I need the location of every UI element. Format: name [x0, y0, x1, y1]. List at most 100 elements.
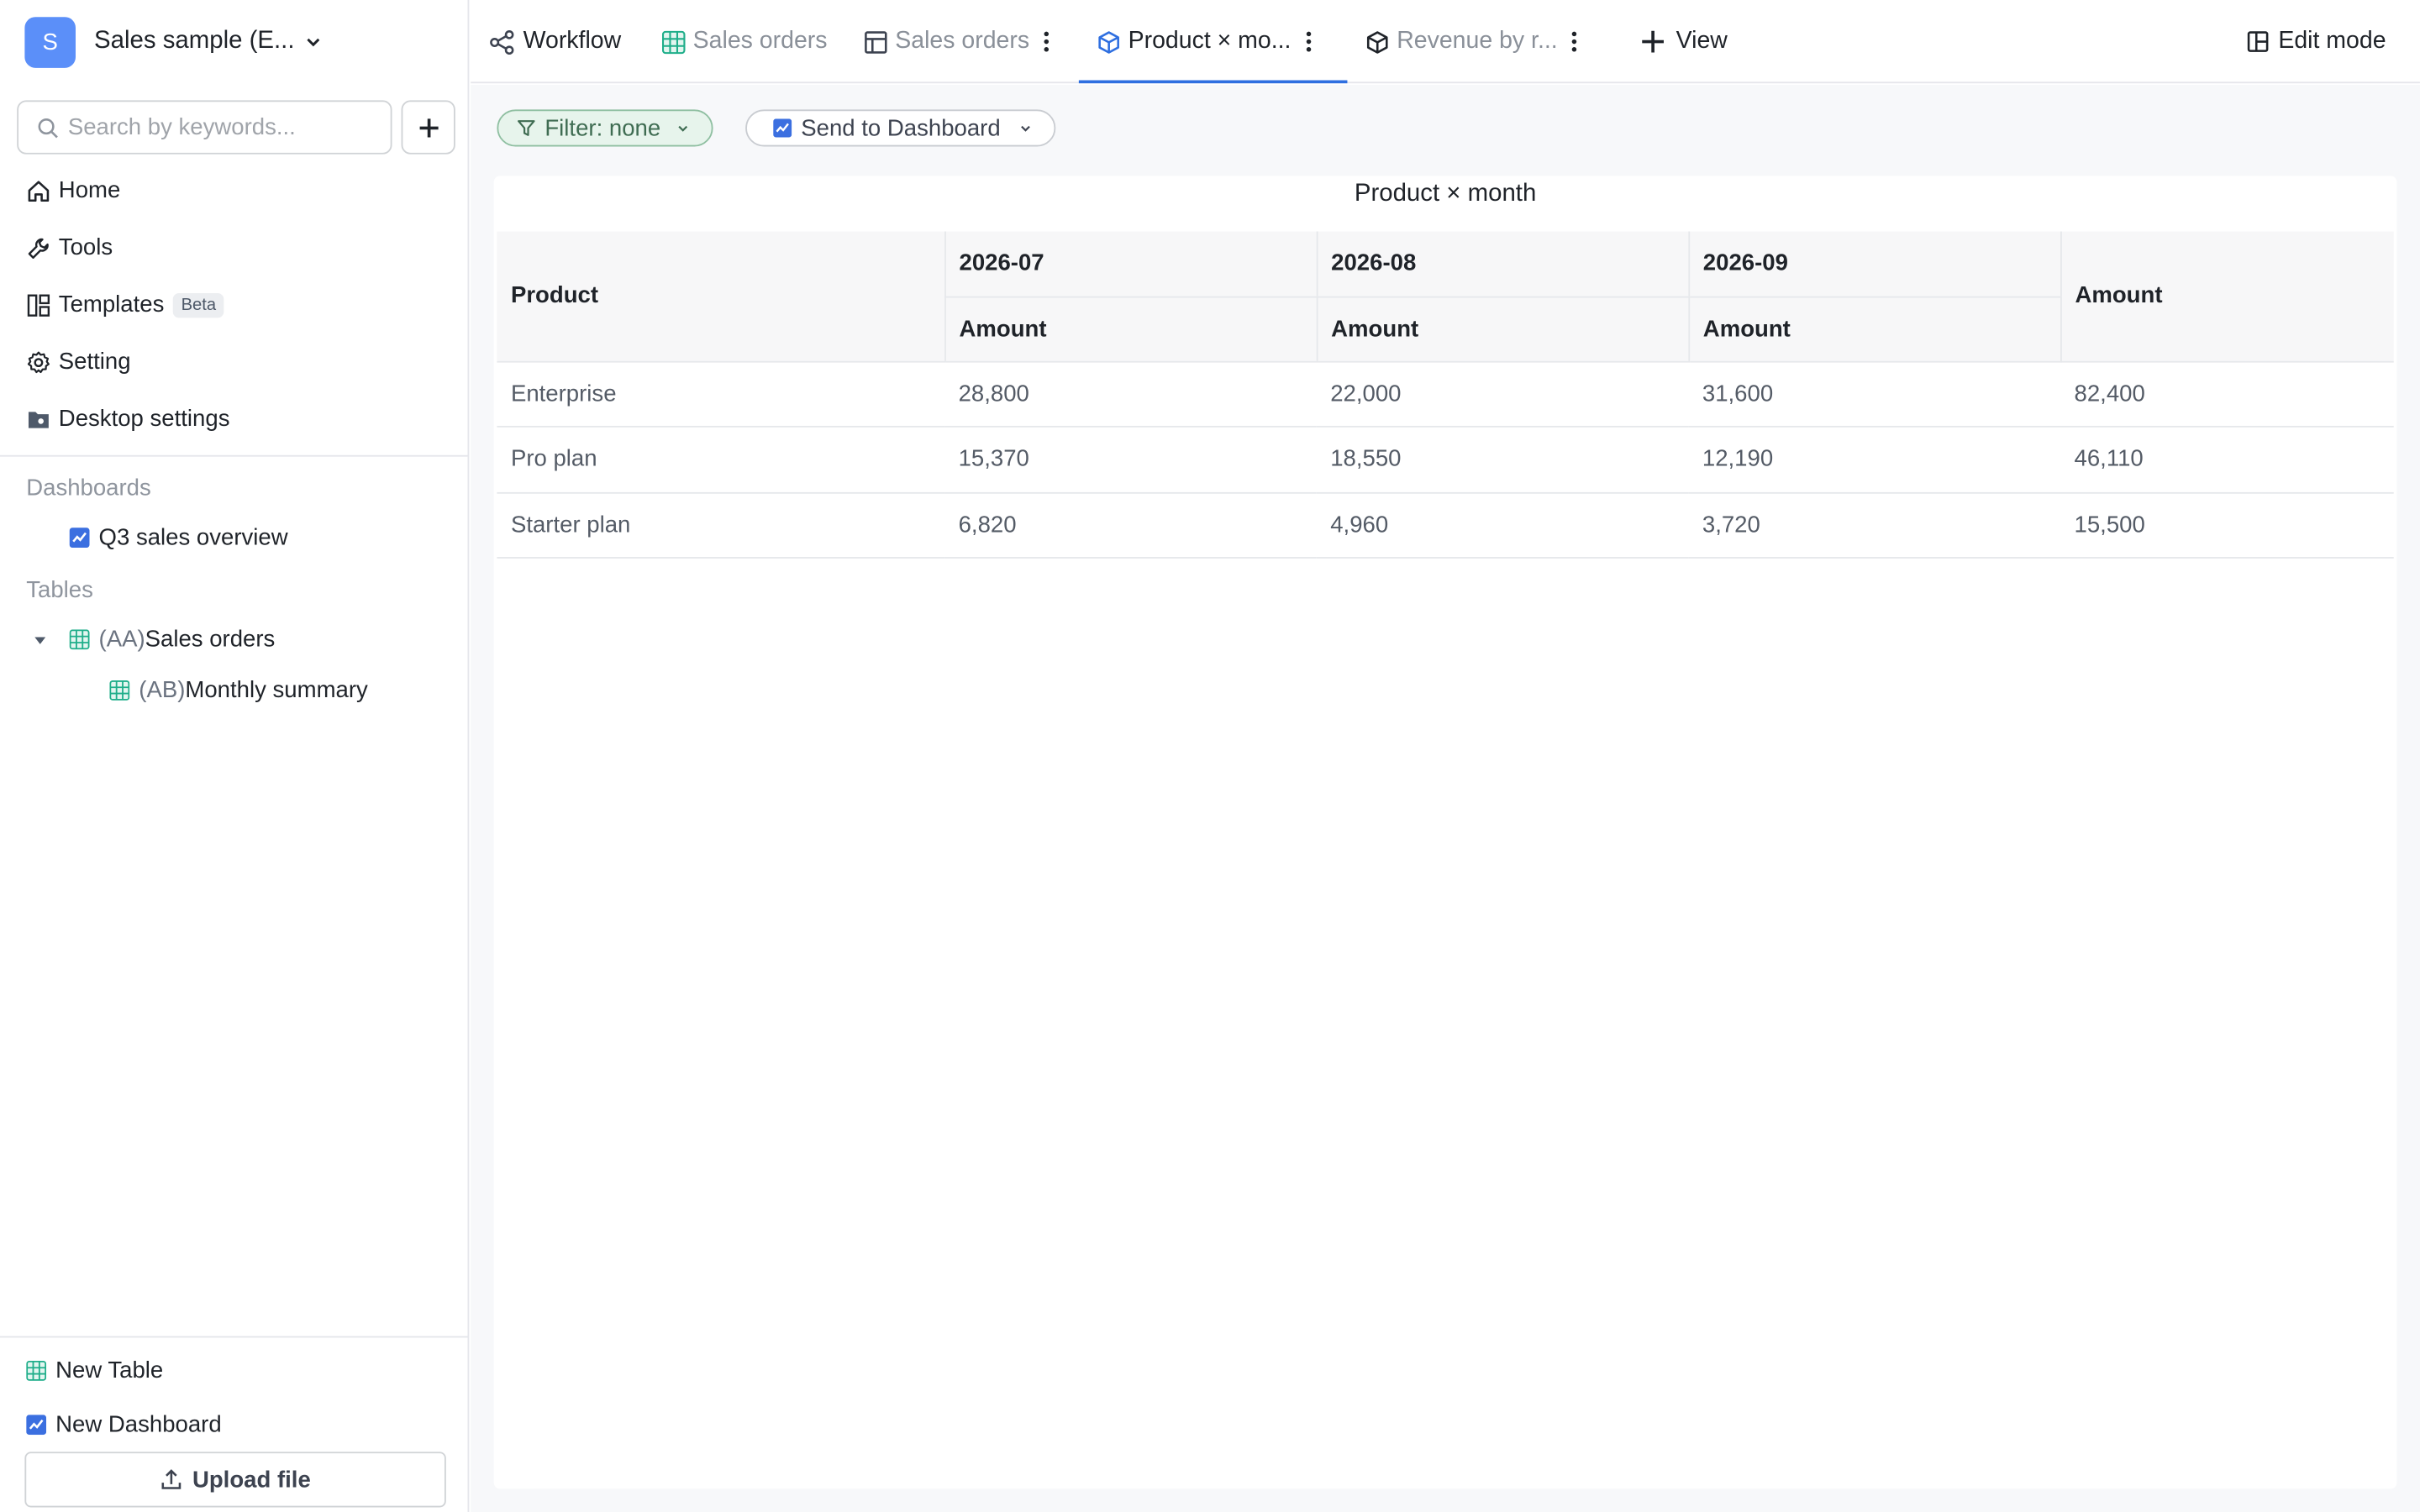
- table-icon: [109, 680, 130, 701]
- layout-icon: [2248, 31, 2269, 52]
- tab-label: Product × mo...: [1128, 28, 1292, 55]
- new-dashboard-button[interactable]: New Dashboard: [26, 1411, 222, 1438]
- table-cell: 22,000: [1316, 360, 1689, 428]
- new-dashboard-label: New Dashboard: [55, 1411, 222, 1438]
- new-table-button[interactable]: New Table: [26, 1357, 164, 1384]
- more-vertical-icon[interactable]: [1305, 31, 1311, 53]
- table-code: (AB): [139, 677, 186, 704]
- active-tab-indicator: [1078, 80, 1348, 84]
- view-tabs-bar: Workflow Sales orders Sales orders Produ…: [471, 0, 2420, 84]
- edit-mode-button[interactable]: Edit mode: [2248, 0, 2386, 83]
- table-cell: 4,960: [1316, 491, 1689, 559]
- add-view-button[interactable]: View: [1640, 0, 1728, 83]
- sidebar-bottom-divider: [0, 1336, 468, 1338]
- tables-section-title: Tables: [26, 576, 93, 604]
- table-item-label: Monthly summary: [185, 677, 368, 704]
- table-code: (AA): [98, 626, 145, 653]
- table-cell: 31,600: [1688, 360, 2060, 428]
- sidebar-nav: Home Tools Templates Beta Setting Deskto…: [0, 162, 468, 448]
- add-button[interactable]: [401, 100, 455, 155]
- more-vertical-icon[interactable]: [1571, 31, 1577, 53]
- table-green-icon: [661, 29, 686, 54]
- pivot-title: Product × month: [1354, 180, 1537, 207]
- workflow-icon: [490, 29, 514, 55]
- tab-label: Workflow: [523, 28, 622, 55]
- workspace-name: Sales sample (E...: [94, 28, 295, 55]
- measure-header: Amount: [1315, 296, 1689, 362]
- template-icon: [27, 293, 50, 316]
- beta-badge: Beta: [173, 292, 224, 318]
- sidebar-item-label: Tools: [58, 234, 113, 261]
- table-item-sales-orders[interactable]: (AA) Sales orders: [33, 626, 276, 653]
- sidebar-item-setting[interactable]: Setting: [0, 333, 468, 391]
- sidebar-item-templates[interactable]: Templates Beta: [0, 276, 468, 333]
- pivot-card: Product × month Product 2026-07 2026-08 …: [493, 176, 2397, 1489]
- search-input[interactable]: [67, 113, 377, 141]
- sidebar-item-label: Templates: [58, 291, 165, 318]
- sidebar-item-label: Setting: [58, 349, 131, 375]
- chevron-down-icon: [1021, 124, 1031, 131]
- cube-icon: [1098, 30, 1119, 53]
- table-cell: 28,800: [944, 360, 1317, 428]
- send-to-dashboard-label: Send to Dashboard: [801, 114, 1001, 142]
- row-label: Pro plan: [497, 426, 945, 493]
- dashboard-item-q3-sales[interactable]: Q3 sales overview: [69, 524, 288, 551]
- caret-down-icon[interactable]: [33, 632, 48, 647]
- measure-header: Amount: [1687, 296, 2060, 362]
- filter-icon: [518, 120, 535, 136]
- send-to-dashboard-button[interactable]: Send to Dashboard: [745, 109, 1056, 147]
- table-cell: 15,370: [944, 426, 1317, 493]
- dashboard-icon: [26, 1415, 47, 1436]
- table-icon: [69, 629, 90, 650]
- tab-label: Sales orders: [692, 28, 828, 55]
- gear-icon: [27, 350, 50, 373]
- sidebar-item-home[interactable]: Home: [0, 162, 468, 219]
- upload-file-label: Upload file: [192, 1466, 311, 1494]
- table-row[interactable]: Starter plan 6,820 4,960 3,720 15,500: [497, 491, 2394, 559]
- table-row[interactable]: Enterprise 28,800 22,000 31,600 82,400: [497, 360, 2394, 428]
- tab-revenue-by-region[interactable]: Revenue by r...: [1365, 0, 1585, 83]
- table-item-monthly-summary[interactable]: (AB) Monthly summary: [109, 677, 368, 704]
- filter-button[interactable]: Filter: none: [497, 109, 713, 147]
- sidebar: S Sales sample (E... Home Tools: [0, 0, 470, 1512]
- new-table-label: New Table: [55, 1357, 164, 1384]
- pivot-table: Product 2026-07 2026-08 2026-09 Amount A…: [497, 231, 2394, 559]
- dashboards-section-title: Dashboards: [26, 475, 151, 501]
- row-label: Enterprise: [497, 360, 945, 428]
- table-cell: 3,720: [1688, 491, 2060, 559]
- sidebar-item-label: Desktop settings: [58, 406, 230, 433]
- total-cell: 82,400: [2060, 360, 2394, 428]
- column-header-month: 2026-09: [1687, 231, 2060, 297]
- table-cell: 12,190: [1688, 426, 2060, 493]
- column-header-month: 2026-08: [1315, 231, 1689, 297]
- table-item-label: Sales orders: [145, 626, 276, 653]
- sidebar-item-desktop-settings[interactable]: Desktop settings: [0, 391, 468, 448]
- table-icon: [26, 1360, 47, 1381]
- tab-product-by-month[interactable]: Product × mo...: [1097, 0, 1319, 83]
- plus-icon: [418, 118, 438, 137]
- tab-sales-orders-table[interactable]: Sales orders: [661, 0, 828, 83]
- desktop-settings-icon: [28, 411, 49, 428]
- tab-workflow[interactable]: Workflow: [489, 0, 621, 83]
- workspace-switcher[interactable]: S Sales sample (E...: [0, 0, 468, 83]
- upload-file-button[interactable]: Upload file: [24, 1452, 446, 1508]
- grid-icon: [865, 30, 887, 53]
- filter-label: Filter: none: [544, 114, 661, 142]
- search-icon: [38, 118, 58, 138]
- table-row[interactable]: Pro plan 15,370 18,550 12,190 46,110: [497, 426, 2394, 493]
- table-cell: 6,820: [944, 491, 1317, 559]
- row-label: Starter plan: [497, 491, 945, 559]
- tab-sales-orders-grid[interactable]: Sales orders: [865, 0, 1058, 83]
- total-cell: 15,500: [2060, 491, 2394, 559]
- dashboard-icon: [69, 528, 90, 549]
- dashboard-item-label: Q3 sales overview: [98, 524, 288, 551]
- more-vertical-icon[interactable]: [1044, 31, 1050, 53]
- measure-header: Amount: [944, 296, 1317, 362]
- add-view-label: View: [1676, 28, 1728, 55]
- upload-icon: [160, 1469, 181, 1489]
- sidebar-item-tools[interactable]: Tools: [0, 219, 468, 276]
- chevron-down-icon: [307, 38, 320, 47]
- row-header: Product: [497, 231, 945, 362]
- home-icon: [28, 180, 50, 202]
- tab-label: Sales orders: [895, 28, 1030, 55]
